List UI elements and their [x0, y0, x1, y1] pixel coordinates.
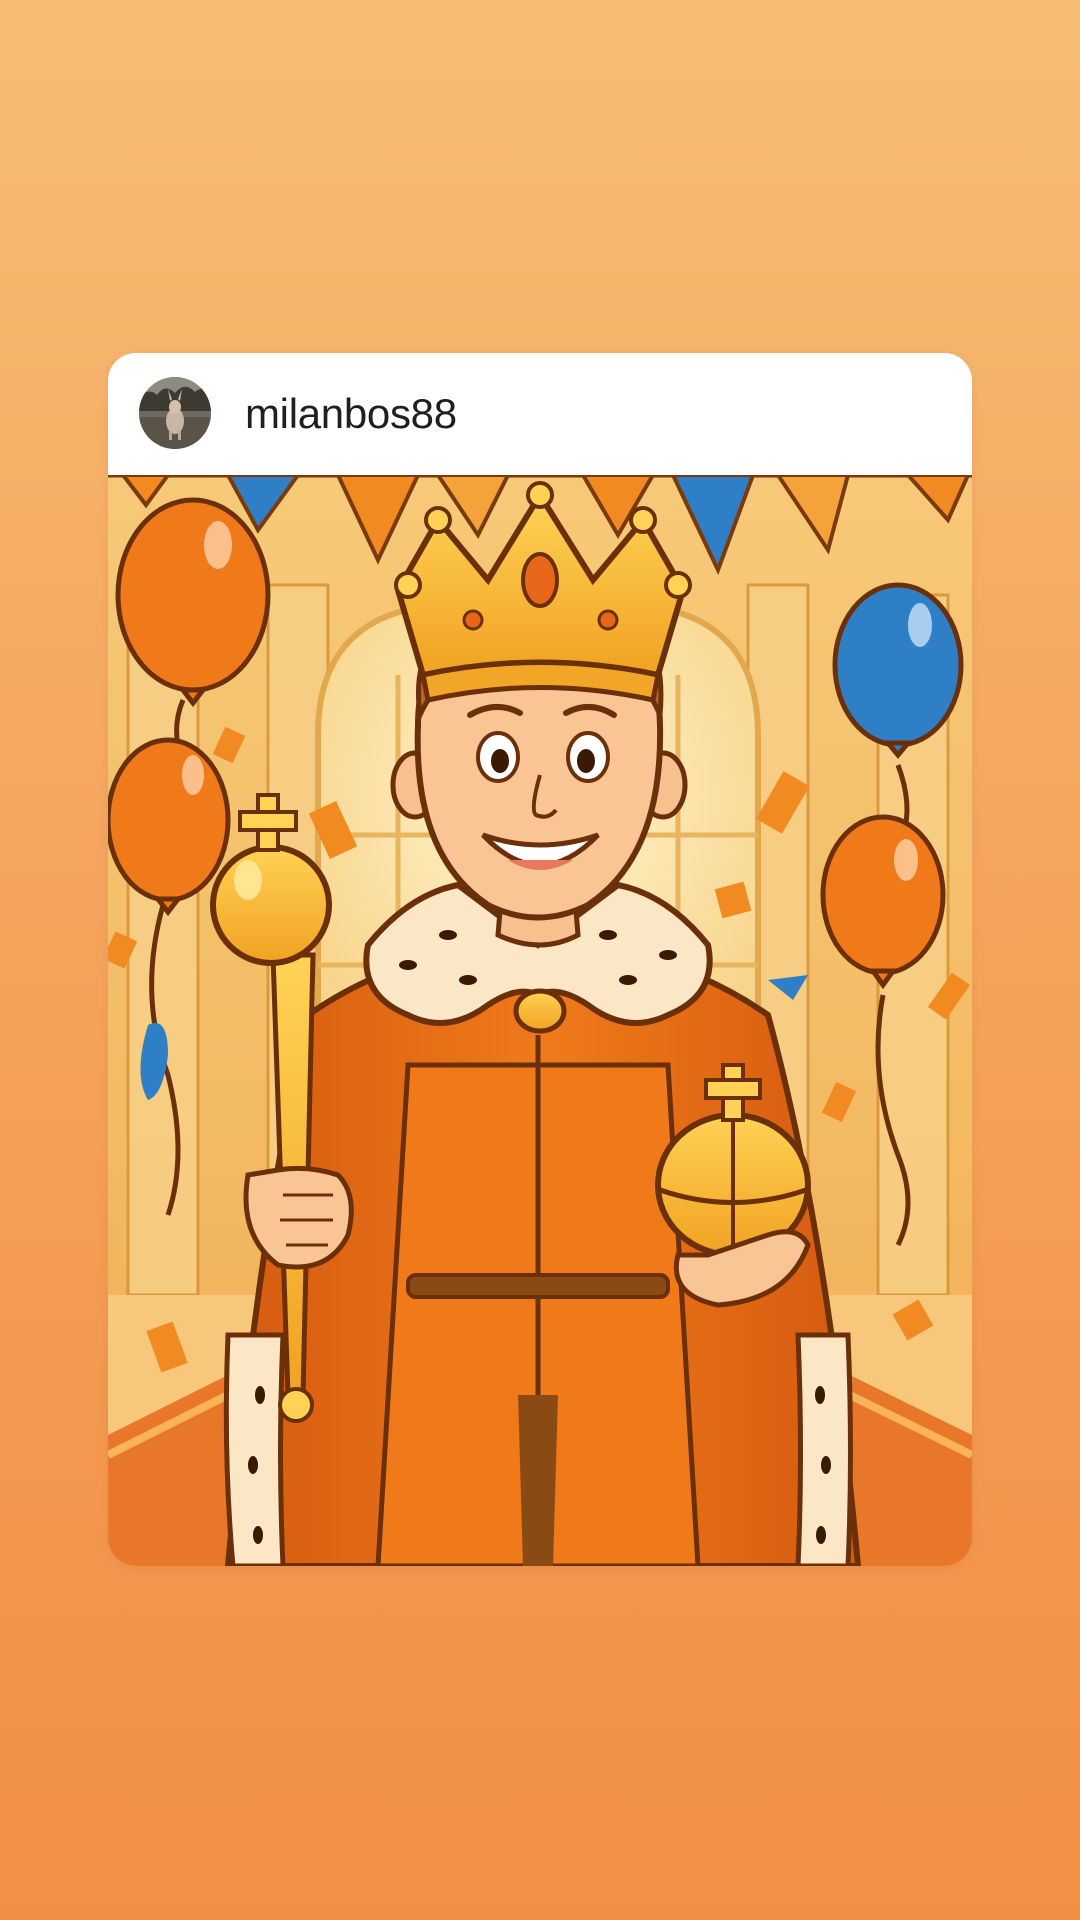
story-header: milanbos88: [108, 353, 972, 475]
username[interactable]: milanbos88: [245, 389, 457, 439]
user-avatar-icon[interactable]: [139, 377, 211, 449]
story-image[interactable]: [108, 475, 972, 1566]
story-card[interactable]: milanbos88: [108, 353, 972, 1566]
king-illustration: [108, 475, 972, 1566]
